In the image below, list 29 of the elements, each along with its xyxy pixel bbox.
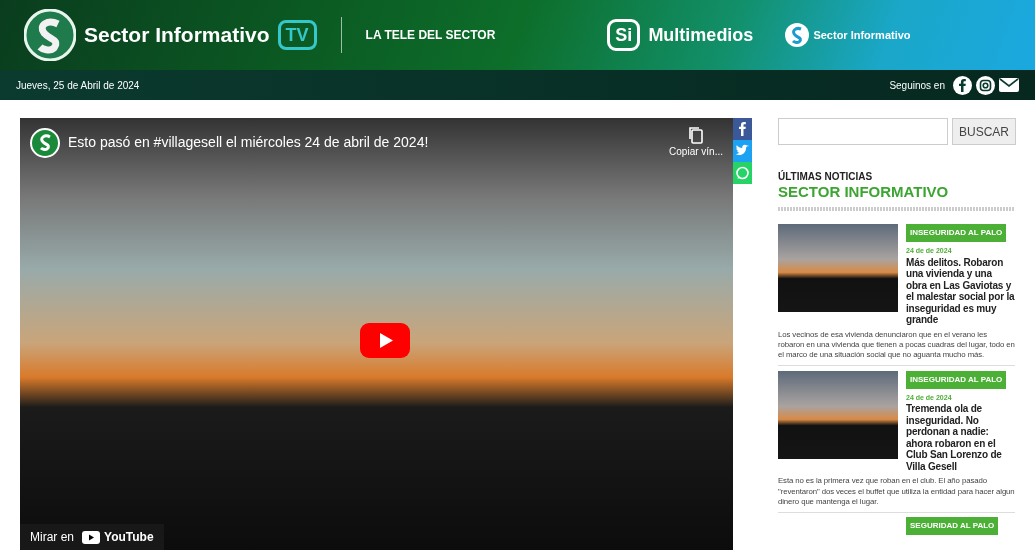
photo-placeholder[interactable] xyxy=(778,224,898,312)
section-title: SECTOR INFORMATIVO xyxy=(778,184,950,199)
section-subtitle: ÚLTIMAS NOTICIAS xyxy=(778,169,874,184)
news-headline[interactable]: Más delitos. Robaron una vivienda y una obra en Las Gaviotas y el malestar social por la inseguridad es muy grande xyxy=(906,256,1015,326)
youtube-play-icon xyxy=(82,530,100,544)
envelope-icon[interactable] xyxy=(999,77,1019,93)
instagram-icon[interactable] xyxy=(976,75,995,95)
follow-label: Seguinos en xyxy=(889,78,945,93)
s-logo-icon xyxy=(24,9,76,61)
channel-logo-icon[interactable] xyxy=(30,127,60,158)
video-player[interactable]: Esto pasó en #villagesell el miércoles 24 de abril de 2024! Copiar vín... Mirar en YouTube xyxy=(20,118,733,550)
facebook-icon[interactable] xyxy=(953,75,972,95)
multimedios-logo-text[interactable]: Multimedios xyxy=(648,21,754,49)
tv-badge: TV xyxy=(277,20,317,50)
site-logo-text[interactable]: Sector Informativo xyxy=(84,19,270,51)
s-logo-icon xyxy=(785,23,810,47)
search-button[interactable]: BUSCAR xyxy=(952,118,1016,145)
video-title[interactable]: Esto pasó en #villagesell el miércoles 24 de abril de 2024! xyxy=(68,132,662,153)
si-logo[interactable]: Si xyxy=(607,19,641,51)
search-field[interactable] xyxy=(778,118,948,145)
watch-on-youtube-button[interactable]: Mirar en YouTube xyxy=(20,524,164,550)
tagline: LA TELE DEL SECTOR xyxy=(365,27,496,44)
photo-placeholder[interactable] xyxy=(778,370,898,459)
play-button-icon[interactable] xyxy=(360,323,410,358)
date-text: Jueves, 25 de Abril de 2024 xyxy=(16,78,140,93)
copy-link-button[interactable]: Copiar vín... xyxy=(669,126,723,159)
news-headline[interactable]: Tremenda ola de inseguridad. No perdonan a nadie: ahora robaron en el Club San Lorenzo de Villa Gesell xyxy=(906,403,1015,473)
youtube-logo-text: YouTube xyxy=(104,529,154,546)
copy-icon xyxy=(688,126,705,144)
